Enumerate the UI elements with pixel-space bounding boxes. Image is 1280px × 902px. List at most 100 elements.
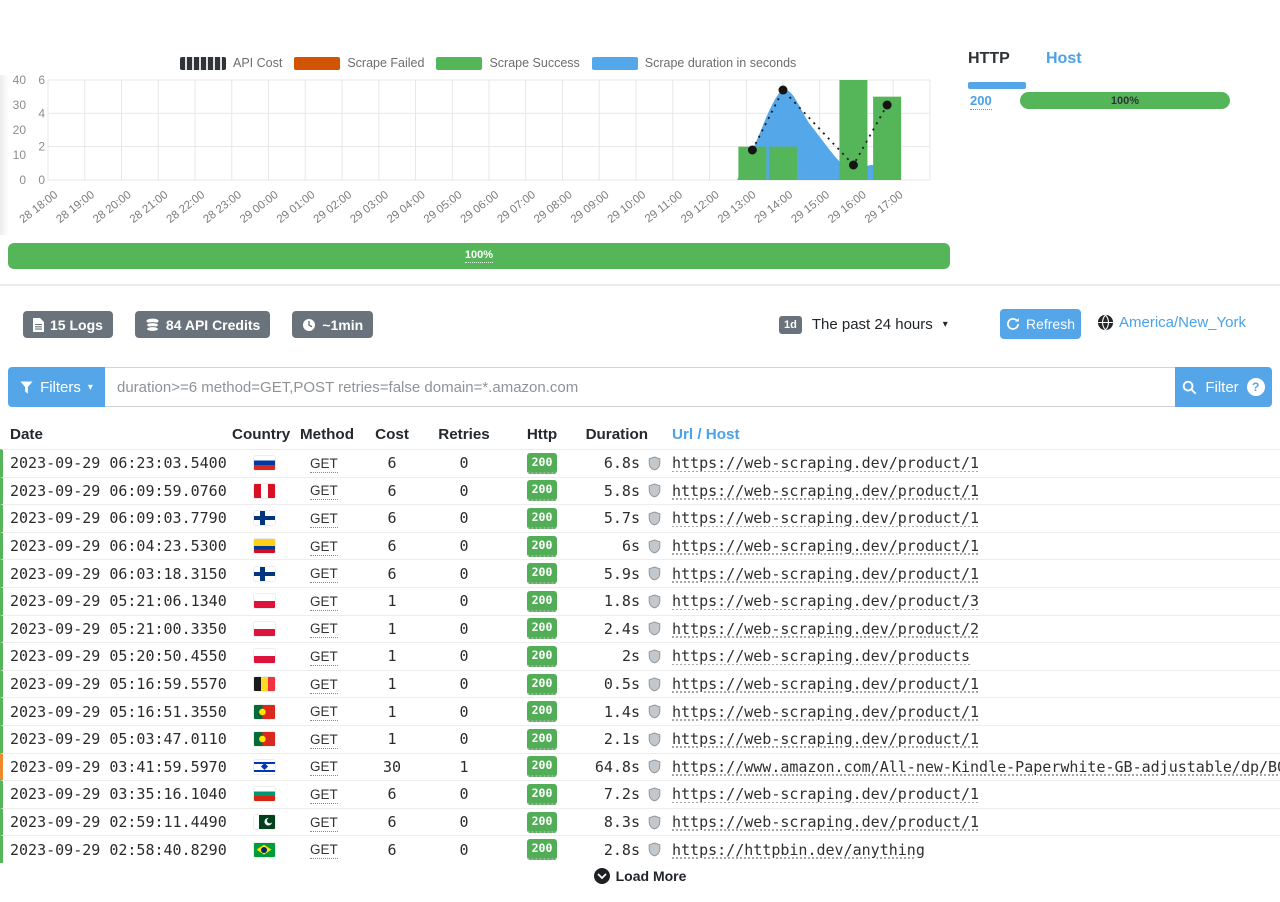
legend-label: Scrape duration in seconds	[645, 56, 796, 70]
url-link[interactable]: https://web-scraping.dev/product/1	[664, 454, 1280, 472]
method-link[interactable]: GET	[296, 815, 360, 830]
range-label[interactable]: The past 24 hours	[812, 316, 933, 333]
legend-label: Scrape Failed	[347, 56, 424, 70]
duration-value: 7.2s	[580, 785, 648, 803]
table-row[interactable]: 2023-09-29 06:23:03.5400 GET 6 0 200 6.8…	[0, 449, 1280, 477]
url-link[interactable]: https://web-scraping.dev/product/1	[664, 703, 1280, 721]
shield-icon	[648, 566, 664, 581]
retries-value: 0	[424, 647, 504, 665]
filter-submit-button[interactable]: Filter ?	[1175, 367, 1272, 407]
tab-host[interactable]: Host	[1046, 50, 1082, 68]
method-link[interactable]: GET	[296, 649, 360, 664]
cost-value: 6	[360, 813, 424, 831]
http-status-badge[interactable]: 200	[504, 729, 580, 750]
filters-dropdown-button[interactable]: Filters ▾	[8, 367, 105, 407]
table-row[interactable]: 2023-09-29 05:16:59.5570 GET 1 0 200 0.5…	[0, 670, 1280, 698]
http-status-badge[interactable]: 200	[504, 480, 580, 501]
header-url-host[interactable]: Url / Host	[664, 426, 1280, 443]
method-link[interactable]: GET	[296, 732, 360, 747]
timezone-link[interactable]: America/New_York	[1097, 314, 1246, 331]
method-link[interactable]: GET	[296, 759, 360, 774]
method-link[interactable]: GET	[296, 704, 360, 719]
method-link[interactable]: GET	[296, 511, 360, 526]
url-link[interactable]: https://web-scraping.dev/product/1	[664, 537, 1280, 555]
time-range-selector[interactable]: 1d The past 24 hours ▾	[779, 311, 948, 338]
method-link[interactable]: GET	[296, 787, 360, 802]
url-link[interactable]: https://web-scraping.dev/product/1	[664, 730, 1280, 748]
legend-item-scrape-failed[interactable]: Scrape Failed	[294, 56, 424, 70]
table-row[interactable]: 2023-09-29 02:58:40.8290 GET 6 0 200 2.8…	[0, 835, 1280, 863]
svg-text:29 16:00: 29 16:00	[826, 189, 869, 226]
table-row[interactable]: 2023-09-29 05:20:50.4550 GET 1 0 200 2s …	[0, 642, 1280, 670]
table-row[interactable]: 2023-09-29 03:35:16.1040 GET 6 0 200 7.2…	[0, 780, 1280, 808]
log-date: 2023-09-29 06:03:18.3150	[3, 565, 232, 583]
table-row[interactable]: 2023-09-29 05:21:00.3350 GET 1 0 200 2.4…	[0, 615, 1280, 643]
http-status-badge[interactable]: 200	[504, 563, 580, 584]
legend-label: API Cost	[233, 56, 282, 70]
log-date: 2023-09-29 05:21:00.3350	[3, 620, 232, 638]
duration-value: 64.8s	[580, 758, 648, 776]
http-status-badge[interactable]: 200	[504, 701, 580, 722]
url-link[interactable]: https://web-scraping.dev/product/1	[664, 482, 1280, 500]
legend-item-scrape-duration[interactable]: Scrape duration in seconds	[592, 56, 796, 70]
table-row[interactable]: 2023-09-29 06:03:18.3150 GET 6 0 200 5.9…	[0, 559, 1280, 587]
method-link[interactable]: GET	[296, 621, 360, 636]
table-row[interactable]: 2023-09-29 05:21:06.1340 GET 1 0 200 1.8…	[0, 587, 1280, 615]
http-code-link[interactable]: 200	[970, 93, 992, 108]
table-row[interactable]: 2023-09-29 05:16:51.3550 GET 1 0 200 1.4…	[0, 697, 1280, 725]
help-icon[interactable]: ?	[1247, 378, 1265, 396]
url-link[interactable]: https://web-scraping.dev/product/3	[664, 592, 1280, 610]
method-link[interactable]: GET	[296, 566, 360, 581]
flag-pt-icon	[254, 732, 275, 746]
load-more-button[interactable]: Load More	[0, 868, 1280, 884]
svg-text:29 10:00: 29 10:00	[606, 189, 649, 226]
flag-fi-icon	[254, 511, 275, 525]
retries-value: 0	[424, 482, 504, 500]
url-link[interactable]: https://web-scraping.dev/product/1	[664, 675, 1280, 693]
success-rate-label: 100%	[465, 249, 493, 263]
url-link[interactable]: https://web-scraping.dev/product/1	[664, 813, 1280, 831]
legend-item-scrape-success[interactable]: Scrape Success	[436, 56, 579, 70]
http-status-badge[interactable]: 200	[504, 812, 580, 833]
http-status-badge[interactable]: 200	[504, 591, 580, 612]
retries-value: 0	[424, 454, 504, 472]
method-link[interactable]: GET	[296, 677, 360, 692]
table-row[interactable]: 2023-09-29 05:03:47.0110 GET 1 0 200 2.1…	[0, 725, 1280, 753]
http-status-badge[interactable]: 200	[504, 839, 580, 860]
method-link[interactable]: GET	[296, 842, 360, 857]
http-status-badge[interactable]: 200	[504, 453, 580, 474]
filter-query-input[interactable]	[105, 367, 1175, 407]
legend-item-api-cost[interactable]: API Cost	[180, 56, 282, 70]
url-link[interactable]: https://httpbin.dev/anything	[664, 841, 1280, 859]
tab-http[interactable]: HTTP	[968, 50, 1010, 68]
method-link[interactable]: GET	[296, 594, 360, 609]
http-status-badge[interactable]: 200	[504, 508, 580, 529]
url-link[interactable]: https://web-scraping.dev/product/1	[664, 509, 1280, 527]
url-link[interactable]: https://web-scraping.dev/product/2	[664, 620, 1280, 638]
method-link[interactable]: GET	[296, 456, 360, 471]
http-status-badge[interactable]: 200	[504, 618, 580, 639]
method-link[interactable]: GET	[296, 483, 360, 498]
http-status-badge[interactable]: 200	[504, 784, 580, 805]
http-status-badge[interactable]: 200	[504, 756, 580, 777]
refresh-button[interactable]: Refresh	[1000, 309, 1081, 339]
cost-value: 30	[360, 758, 424, 776]
log-date: 2023-09-29 03:35:16.1040	[3, 785, 232, 803]
table-row[interactable]: 2023-09-29 06:09:03.7790 GET 6 0 200 5.7…	[0, 504, 1280, 532]
http-status-badge[interactable]: 200	[504, 536, 580, 557]
table-row[interactable]: 2023-09-29 02:59:11.4490 GET 6 0 200 8.3…	[0, 808, 1280, 836]
duration-value: 2s	[580, 647, 648, 665]
table-row[interactable]: 2023-09-29 03:41:59.5970 GET 30 1 200 64…	[0, 753, 1280, 781]
table-row[interactable]: 2023-09-29 06:09:59.0760 GET 6 0 200 5.8…	[0, 477, 1280, 505]
http-status-badge[interactable]: 200	[504, 674, 580, 695]
method-link[interactable]: GET	[296, 539, 360, 554]
shield-icon	[648, 649, 664, 664]
url-link[interactable]: https://web-scraping.dev/product/1	[664, 565, 1280, 583]
http-status-badge[interactable]: 200	[504, 646, 580, 667]
cost-value: 1	[360, 647, 424, 665]
shield-icon	[648, 787, 664, 802]
url-link[interactable]: https://web-scraping.dev/products	[664, 647, 1280, 665]
table-row[interactable]: 2023-09-29 06:04:23.5300 GET 6 0 200 6s …	[0, 532, 1280, 560]
url-link[interactable]: https://web-scraping.dev/product/1	[664, 785, 1280, 803]
url-link[interactable]: https://www.amazon.com/All-new-Kindle-Pa…	[664, 758, 1280, 776]
